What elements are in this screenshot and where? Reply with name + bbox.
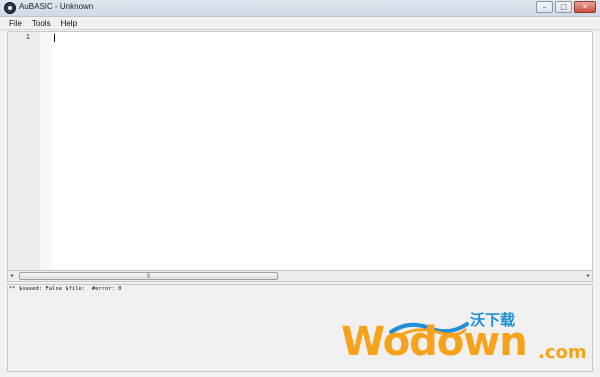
scroll-right-arrow-icon[interactable]: ▸ xyxy=(587,272,590,279)
scrollbar-thumb[interactable]: ||| xyxy=(19,272,278,280)
watermark-brand: Wodown xyxy=(341,319,528,365)
line-number: 1 xyxy=(25,33,30,41)
minimize-button[interactable]: – xyxy=(536,1,553,13)
menu-file[interactable]: File xyxy=(4,17,27,29)
fold-margin xyxy=(40,32,52,270)
menu-bar: File Tools Help xyxy=(0,17,600,30)
window-controls: – □ ✕ xyxy=(534,1,596,13)
text-caret xyxy=(54,34,55,42)
watermark-logo: 沃下载 Wodown .com xyxy=(341,311,596,374)
status-text: ** $saved: False $file: #error: 0 xyxy=(9,286,122,292)
title-bar: AuBASIC - Unknown – □ ✕ xyxy=(0,0,600,17)
maximize-button[interactable]: □ xyxy=(555,1,572,13)
app-icon[interactable] xyxy=(4,2,16,14)
menu-help[interactable]: Help xyxy=(56,17,82,29)
window-title: AuBASIC - Unknown xyxy=(19,2,94,11)
horizontal-scrollbar[interactable]: ◂ ||| ▸ xyxy=(7,271,593,282)
menu-tools[interactable]: Tools xyxy=(27,17,56,29)
close-button[interactable]: ✕ xyxy=(574,1,596,13)
scroll-left-arrow-icon[interactable]: ◂ xyxy=(10,272,13,279)
code-editor[interactable]: 1 xyxy=(7,31,593,271)
watermark-suffix: .com xyxy=(538,342,587,363)
line-number-gutter: 1 xyxy=(8,32,40,270)
